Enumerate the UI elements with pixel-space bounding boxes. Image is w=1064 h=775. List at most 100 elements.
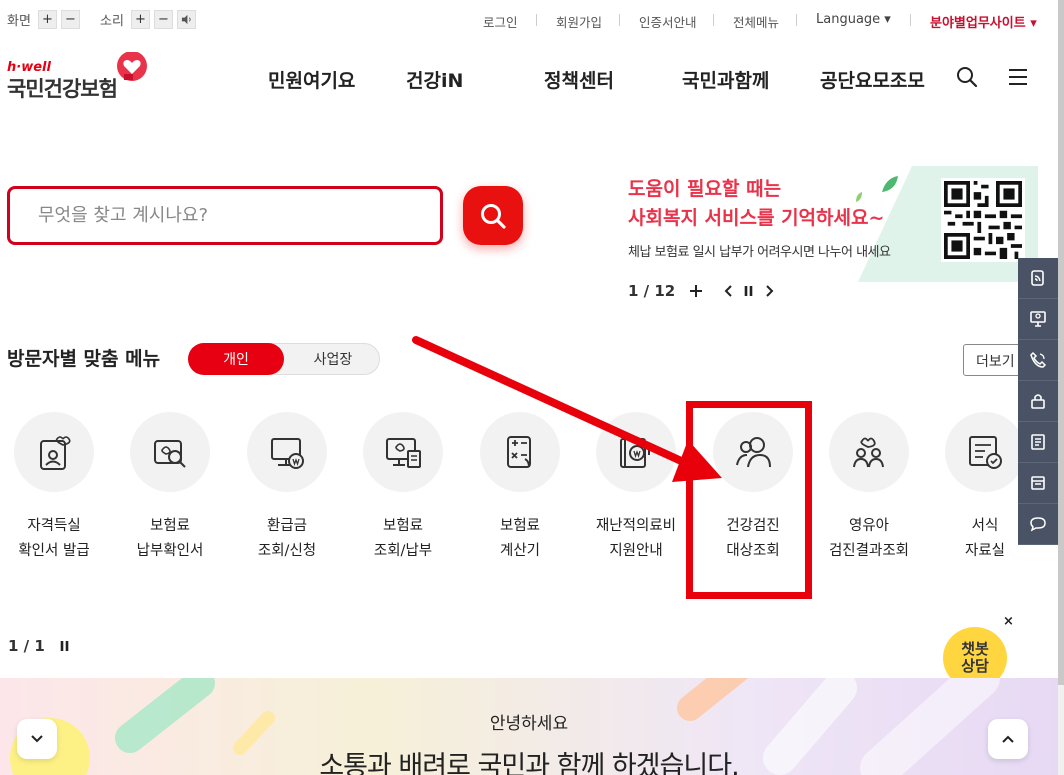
logo-name-text: 국민건강보험 xyxy=(7,77,118,101)
menu-item-label: 영유아 검진결과조회 xyxy=(828,518,910,559)
nav-item-health-in[interactable]: 건강iN xyxy=(406,66,463,93)
hamburger-menu-icon[interactable] xyxy=(1008,68,1028,86)
scrollbar-thumb[interactable] xyxy=(1058,0,1064,685)
menu-item-label: 자격득실 확인서 발급 xyxy=(18,518,90,559)
search-icon xyxy=(481,203,506,229)
menu-item-5[interactable]: 보험료 계산기 xyxy=(465,412,575,564)
phone-book-icon xyxy=(1031,270,1044,286)
banner-line-2: 사회복지 서비스를 기억하세요~ xyxy=(628,207,885,229)
menu-icon-circle xyxy=(829,412,909,492)
promo-banner[interactable]: 도움이 필요할 때는 사회복지 서비스를 기억하세요~ 체납 보험료 일시 납부… xyxy=(628,160,1038,282)
logo[interactable]: h·well 국민건강보험 xyxy=(7,52,147,103)
search-button[interactable] xyxy=(463,186,523,245)
menu-icon-circle xyxy=(14,412,94,492)
quick-menu-remote[interactable] xyxy=(1018,299,1058,340)
qr-code-icon xyxy=(941,178,1025,262)
menu-icon-circle xyxy=(130,412,210,492)
nav-item-civil-affairs[interactable]: 민원여기요 xyxy=(268,66,355,93)
pause-icon[interactable] xyxy=(59,639,71,653)
certificate-guide-link[interactable]: 인증서안내 xyxy=(639,12,697,31)
nav-item-about[interactable]: 공단요모조모 xyxy=(820,66,925,93)
menu-item-label: 보험료 계산기 xyxy=(499,518,541,559)
all-menu-link[interactable]: 전체메뉴 xyxy=(733,12,779,31)
menu-icon-circle xyxy=(247,412,327,492)
quick-menu-lock[interactable] xyxy=(1018,381,1058,422)
chatbot-close-button[interactable]: × xyxy=(1003,614,1014,629)
language-select[interactable]: Language ▾ xyxy=(816,12,891,27)
family-heart-icon xyxy=(853,437,884,468)
annotation-arrow xyxy=(412,336,722,482)
scroll-top-button[interactable] xyxy=(988,719,1028,759)
leaf-icon xyxy=(856,176,898,202)
menu-item-3[interactable]: 환급금 조회/신청 xyxy=(232,412,342,564)
toggle-personal[interactable]: 개인 xyxy=(188,343,284,375)
menu-icon-circle xyxy=(596,412,676,492)
slogan-text: 소통과 배려로 국민과 함께 하겠습니다. xyxy=(319,751,739,775)
monitor-won-icon xyxy=(271,438,304,469)
menu-page-indicator: 1 / 1 xyxy=(8,637,45,655)
speaker-icon[interactable] xyxy=(176,10,196,29)
chevron-left-icon[interactable] xyxy=(723,284,735,298)
chevron-right-icon[interactable] xyxy=(763,284,775,298)
greeting-section: 안녕하세요 소통과 배려로 국민과 함께 하겠습니다. xyxy=(0,678,1058,775)
pause-icon[interactable] xyxy=(743,284,755,298)
menu-item-6[interactable]: 재난적의료비 지원안내 xyxy=(581,412,691,564)
sound-control: 소리 + − xyxy=(100,10,196,29)
lock-icon xyxy=(1031,394,1045,409)
document-icon xyxy=(1031,434,1045,450)
sound-down-button[interactable]: − xyxy=(153,10,173,29)
screen-label: 화면 xyxy=(7,14,31,29)
menu-item-label: 재난적의료비 지원안내 xyxy=(595,518,677,559)
search-icon[interactable] xyxy=(956,66,978,88)
business-sites-select[interactable]: 분야별업무사이트 ▾ xyxy=(930,12,1037,31)
id-card-heart-icon xyxy=(40,436,71,470)
quick-menu-call[interactable] xyxy=(1018,340,1058,381)
menu-item-8[interactable]: 영유아 검진결과조회 xyxy=(814,412,924,564)
divider xyxy=(619,14,620,26)
screen-zoom-out-button[interactable]: − xyxy=(60,10,80,29)
quick-menu-rss[interactable] xyxy=(1018,258,1058,299)
banner-line-3: 체납 보험료 일시 납부가 어려우시면 나누어 내세요 xyxy=(628,245,891,260)
signup-link[interactable]: 회원가입 xyxy=(556,12,602,31)
greeting-text: 안녕하세요 xyxy=(489,714,569,734)
quick-menu-form[interactable] xyxy=(1018,463,1058,504)
menu-icon-circle xyxy=(363,412,443,492)
book-won-icon xyxy=(620,438,650,468)
quick-menu-chat[interactable] xyxy=(1018,504,1058,545)
menu-item-label: 보험료 조회/납부 xyxy=(373,518,433,559)
menu-item-label: 보험료 납부확인서 xyxy=(136,518,204,559)
heart-logo-icon xyxy=(117,52,147,81)
divider xyxy=(713,14,714,26)
annotation-highlight-box xyxy=(686,401,812,599)
scroll-down-button[interactable] xyxy=(17,719,57,759)
monitor-doc-icon xyxy=(386,438,421,468)
document-search-icon xyxy=(154,440,186,468)
utility-bar: 화면 + − 소리 + − 로그인 회원가입 인증서안내 전체메뉴 Langua… xyxy=(0,0,1064,40)
nav-item-with-citizens[interactable]: 국민과함께 xyxy=(682,66,769,93)
login-link[interactable]: 로그인 xyxy=(483,12,518,31)
menu-item-2[interactable]: 보험료 납부확인서 xyxy=(115,412,225,564)
calculator-icon xyxy=(507,436,531,468)
menu-item-label: 환급금 조회/신청 xyxy=(257,518,317,559)
page: 화면 + − 소리 + − 로그인 회원가입 인증서안내 전체메뉴 Langua… xyxy=(0,0,1064,775)
menu-pager: 1 / 1 xyxy=(8,637,71,655)
more-button[interactable]: 더보기 xyxy=(963,344,1023,376)
divider xyxy=(910,14,911,26)
chevron-up-icon xyxy=(1002,735,1014,743)
toggle-business[interactable]: 사업장 xyxy=(285,344,381,374)
search-box xyxy=(7,186,443,245)
plus-icon[interactable] xyxy=(689,284,703,298)
section-title: 방문자별 맞춤 메뉴 xyxy=(7,348,161,370)
scrollbar[interactable] xyxy=(1058,0,1064,775)
nav-item-policy-center[interactable]: 정책센터 xyxy=(544,66,614,93)
search-input[interactable] xyxy=(10,189,440,242)
menu-item-1[interactable]: 자격득실 확인서 발급 xyxy=(0,412,109,564)
quick-menu-document[interactable] xyxy=(1018,422,1058,463)
menu-item-4[interactable]: 보험료 조회/납부 xyxy=(348,412,458,564)
chatbot-label: 챗봇 상담 xyxy=(961,640,989,675)
visitor-type-toggle: 개인 사업장 xyxy=(188,343,380,375)
menu-icon-circle xyxy=(945,412,1025,492)
screen-zoom-in-button[interactable]: + xyxy=(37,10,57,29)
sound-up-button[interactable]: + xyxy=(130,10,150,29)
monitor-person-icon xyxy=(1030,311,1046,327)
